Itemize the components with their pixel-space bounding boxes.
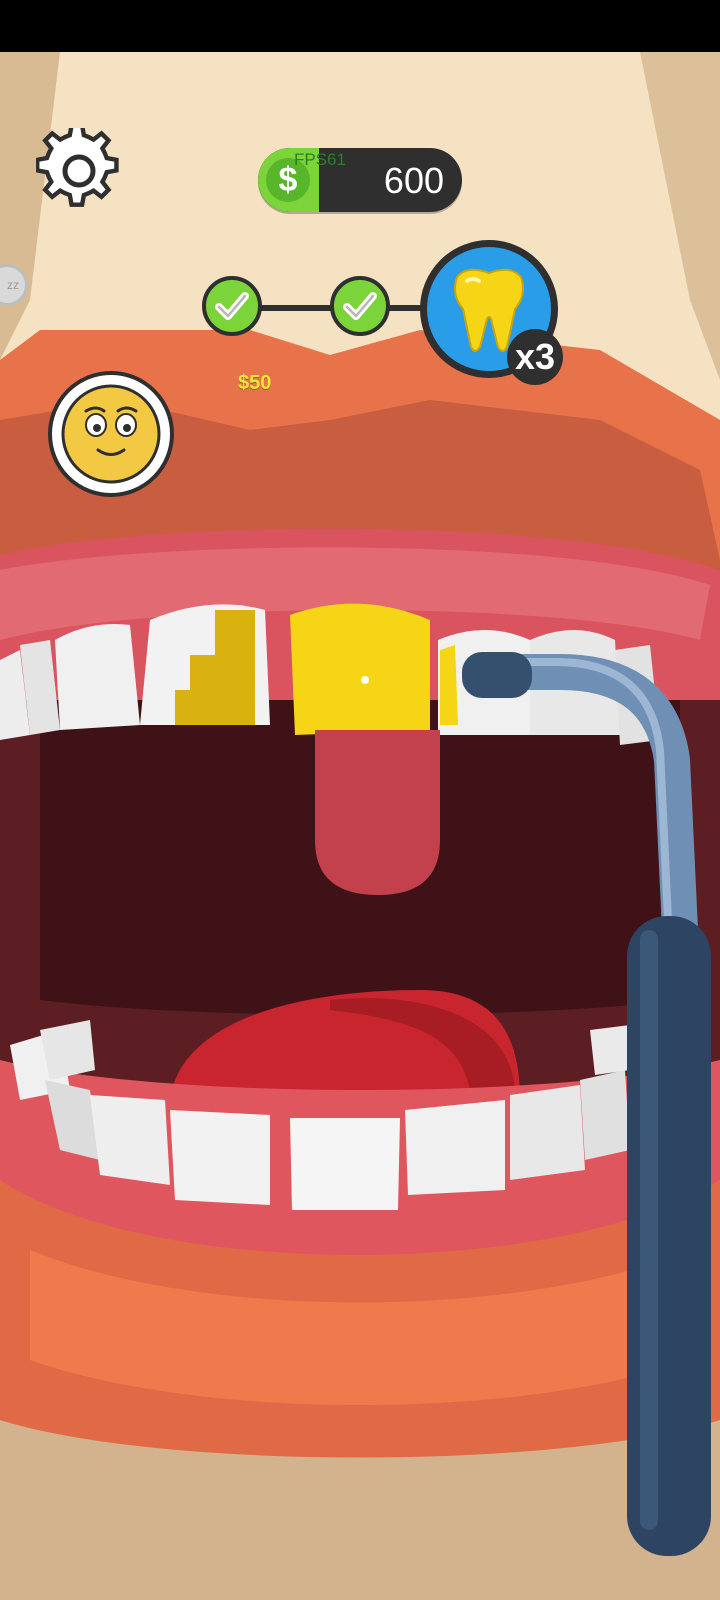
progress-step-complete xyxy=(202,276,262,336)
money-counter: $ FPS61 600 xyxy=(258,148,462,212)
money-value: 600 xyxy=(383,160,444,201)
progress-step-complete xyxy=(330,276,390,336)
fps-label: FPS61 xyxy=(294,150,346,169)
checkmark-icon xyxy=(215,292,249,320)
patient-mood-button[interactable] xyxy=(48,371,174,497)
settings-button[interactable] xyxy=(35,123,122,214)
smiley-face-icon xyxy=(61,384,161,484)
side-button-label: zz xyxy=(7,278,19,292)
reward-label: $50 xyxy=(238,372,272,394)
checkmark-icon xyxy=(343,292,377,320)
uvula xyxy=(315,730,440,895)
sparkle xyxy=(361,676,369,684)
multiplier-badge: x3 xyxy=(507,329,563,385)
status-bar xyxy=(0,0,720,52)
gear-icon xyxy=(35,123,119,207)
gold-patch-small xyxy=(440,645,458,725)
